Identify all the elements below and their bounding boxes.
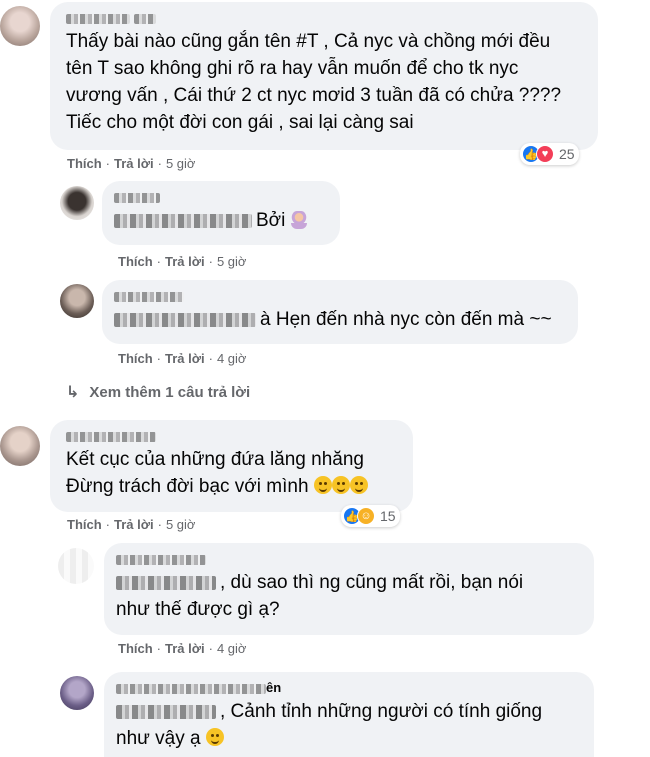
comment-actions: Thích · Trả lời · 5 giờ: [67, 517, 196, 532]
like-link[interactable]: Thích: [118, 641, 153, 656]
reply-bubble: , dù sao thì ng cũng mất rồi, bạn nói nh…: [104, 543, 594, 635]
reply-bubble: Bởi: [102, 181, 340, 245]
reply-author[interactable]: [114, 288, 566, 304]
reply-text: à Hẹn đến nhà nyc còn đến mà ~~: [114, 306, 566, 333]
reply-time[interactable]: 5 giờ: [217, 254, 247, 269]
smile-emoji-icon: [205, 728, 224, 746]
avatar[interactable]: [60, 284, 94, 318]
avatar[interactable]: [60, 186, 94, 220]
smirk-emoji-icon: [349, 476, 368, 494]
like-link[interactable]: Thích: [118, 351, 153, 366]
reaction-summary[interactable]: 👍 ☺ 15: [341, 505, 400, 527]
reply-author[interactable]: ên: [116, 680, 582, 696]
comment-author[interactable]: [66, 428, 401, 444]
reply-author[interactable]: [114, 189, 328, 205]
avatar[interactable]: [60, 676, 94, 710]
reply-actions: Thích · Trả lời · 5 giờ: [118, 254, 247, 269]
like-link[interactable]: Thích: [67, 517, 102, 532]
comment-bubble: Kết cục của những đứa lăng nhăng Đừng tr…: [50, 420, 413, 512]
reaction-summary[interactable]: 👍 ♥ 25: [520, 143, 579, 165]
reply-text: Bởi: [114, 207, 328, 234]
reply-bubble: ên , Cảnh tỉnh những người có tính giống…: [104, 672, 594, 757]
love-reaction-icon: ♥: [536, 145, 554, 163]
reply-time[interactable]: 4 giờ: [217, 641, 247, 656]
smirk-emoji-icon: [331, 476, 350, 494]
reply-link[interactable]: Trả lời: [165, 641, 205, 656]
reply-bubble: à Hẹn đến nhà nyc còn đến mà ~~: [102, 280, 578, 344]
reply-link[interactable]: Trả lời: [165, 351, 205, 366]
reply-actions: Thích · Trả lời · 4 giờ: [118, 641, 247, 656]
comment-time[interactable]: 5 giờ: [166, 517, 196, 532]
comment-bubble: Thấy bài nào cũng gắn tên #T , Cả nyc và…: [50, 2, 598, 150]
avatar[interactable]: [0, 426, 40, 466]
comment-text: Thấy bài nào cũng gắn tên #T , Cả nyc và…: [66, 31, 562, 133]
comment-author[interactable]: [66, 10, 586, 26]
see-more-replies-link[interactable]: ↳ Xem thêm 1 câu trả lời: [66, 382, 250, 402]
comment-time[interactable]: 5 giờ: [166, 156, 196, 171]
reply-text: , dù sao thì ng cũng mất rồi, bạn nói nh…: [116, 572, 524, 620]
like-link[interactable]: Thích: [118, 254, 153, 269]
smirk-emoji-icon: [313, 476, 332, 494]
reply-text: , Cảnh tỉnh những người có tính giống nh…: [116, 701, 543, 749]
reaction-count: 25: [559, 146, 575, 162]
comment-text: Kết cục của những đứa lăng nhăng Đừng tr…: [66, 446, 401, 500]
reaction-count: 15: [380, 508, 396, 524]
like-link[interactable]: Thích: [67, 156, 102, 171]
reply-link[interactable]: Trả lời: [114, 156, 154, 171]
reply-link[interactable]: Trả lời: [114, 517, 154, 532]
reply-time[interactable]: 4 giờ: [217, 351, 247, 366]
person-emoji-icon: [290, 211, 307, 229]
reply-link[interactable]: Trả lời: [165, 254, 205, 269]
reply-actions: Thích · Trả lời · 4 giờ: [118, 351, 247, 366]
avatar[interactable]: [58, 548, 94, 584]
reply-author[interactable]: [116, 551, 582, 567]
reply-arrow-icon: ↳: [66, 384, 80, 401]
avatar[interactable]: [0, 6, 40, 46]
comment-actions: Thích · Trả lời · 5 giờ: [67, 156, 196, 171]
haha-reaction-icon: ☺: [357, 507, 375, 525]
